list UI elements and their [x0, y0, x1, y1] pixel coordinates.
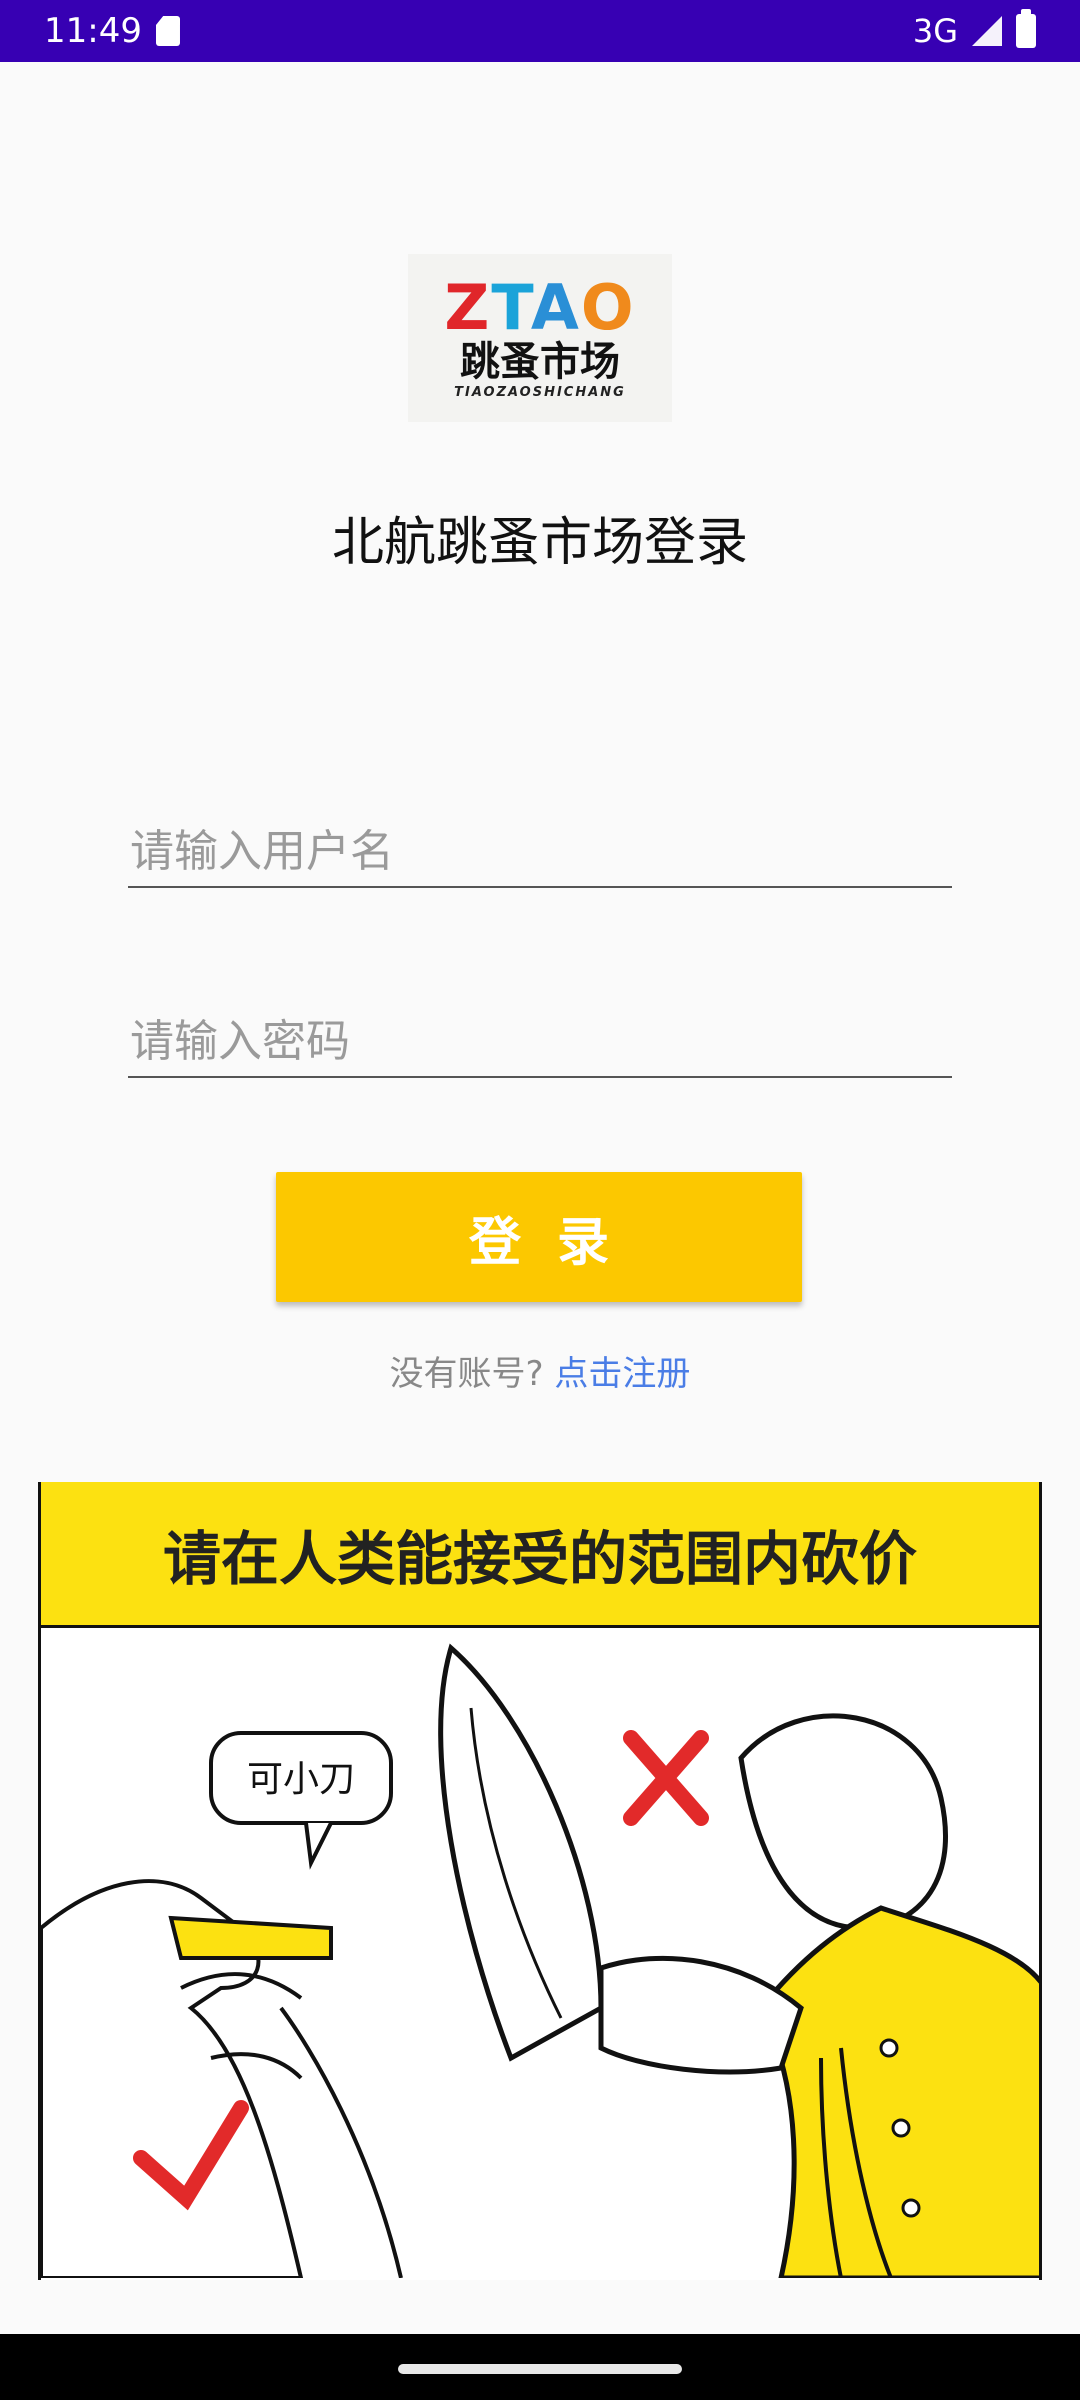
register-link[interactable]: 点击注册: [554, 1354, 690, 1394]
register-question: 没有账号?: [389, 1354, 544, 1394]
character-head: [738, 1713, 948, 1931]
battery-icon: [1016, 9, 1036, 48]
banner-illustration: 可小刀: [41, 1643, 1039, 2278]
logo-letter-t: T: [491, 270, 531, 344]
status-bar: 11:49 3G: [0, 0, 1080, 62]
character-robe: [758, 1905, 1039, 2278]
logo-letter-a: A: [530, 270, 581, 344]
bubble-text: 可小刀: [247, 1759, 355, 1800]
register-row: 没有账号? 点击注册: [0, 1346, 1080, 1395]
banner-headline: 请在人类能接受的范围内砍价: [41, 1482, 1039, 1628]
small-knife: [168, 1915, 333, 1960]
logo-letter-o: O: [580, 270, 636, 344]
status-bar-right: 3G: [912, 9, 1036, 50]
clock: 11:49: [44, 11, 142, 51]
login-button[interactable]: 登录: [276, 1172, 802, 1302]
sd-card-icon: [155, 16, 180, 46]
logo-english-text: TIAOZAOSHICHANG: [454, 384, 626, 400]
page-title: 北航跳蚤市场登录: [331, 513, 748, 573]
home-gesture-handle[interactable]: [398, 2364, 682, 2374]
password-input[interactable]: [128, 1006, 952, 1078]
big-knife: [438, 1643, 604, 2062]
bargain-banner-image: 请在人类能接受的范围内砍价 可小刀: [38, 1482, 1042, 2280]
logo-chinese-text: 跳蚤市场: [460, 338, 620, 385]
logo-letters: ZTAO: [444, 276, 635, 339]
logo-letter-z: Z: [444, 270, 492, 344]
character-hand: [598, 1955, 804, 2075]
status-bar-left: 11:49: [44, 11, 180, 51]
signal-icon: [972, 16, 1002, 46]
network-type: 3G: [912, 12, 958, 50]
app-logo: ZTAO 跳蚤市场 TIAOZAOSHICHANG: [408, 254, 672, 422]
username-input[interactable]: [128, 816, 952, 888]
cross-mark: [623, 1730, 709, 1826]
